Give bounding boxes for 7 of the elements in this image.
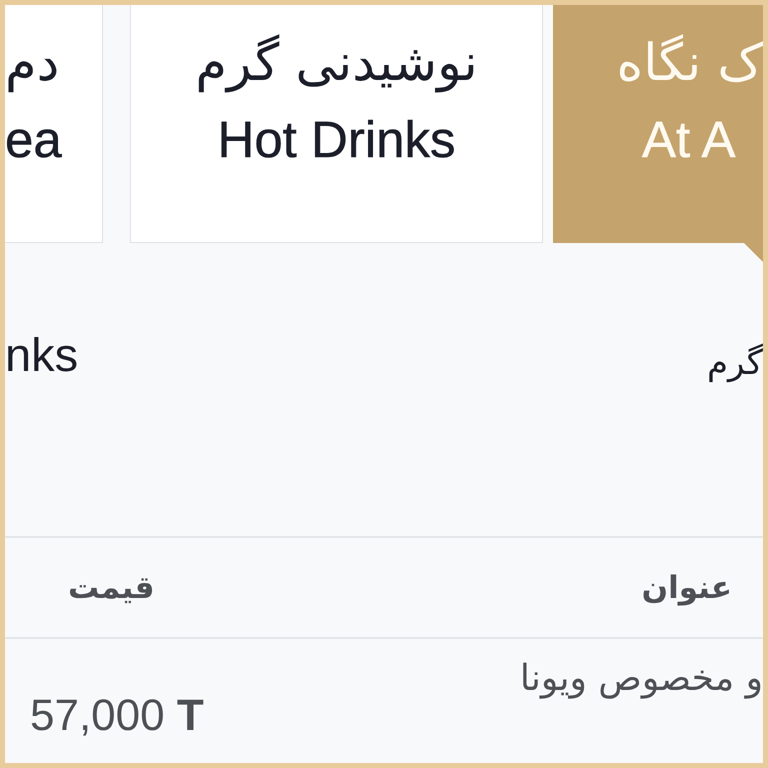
column-header: قیمت [68,568,155,608]
tab-pointer-icon [743,242,763,262]
section-title: گرم [707,342,763,385]
section-title: nks [5,327,78,383]
item-title-cell-text: و مخصوص ویونا [520,657,763,701]
price-cell: 57,000 T [30,691,204,741]
column-header: عنوان [642,568,732,608]
